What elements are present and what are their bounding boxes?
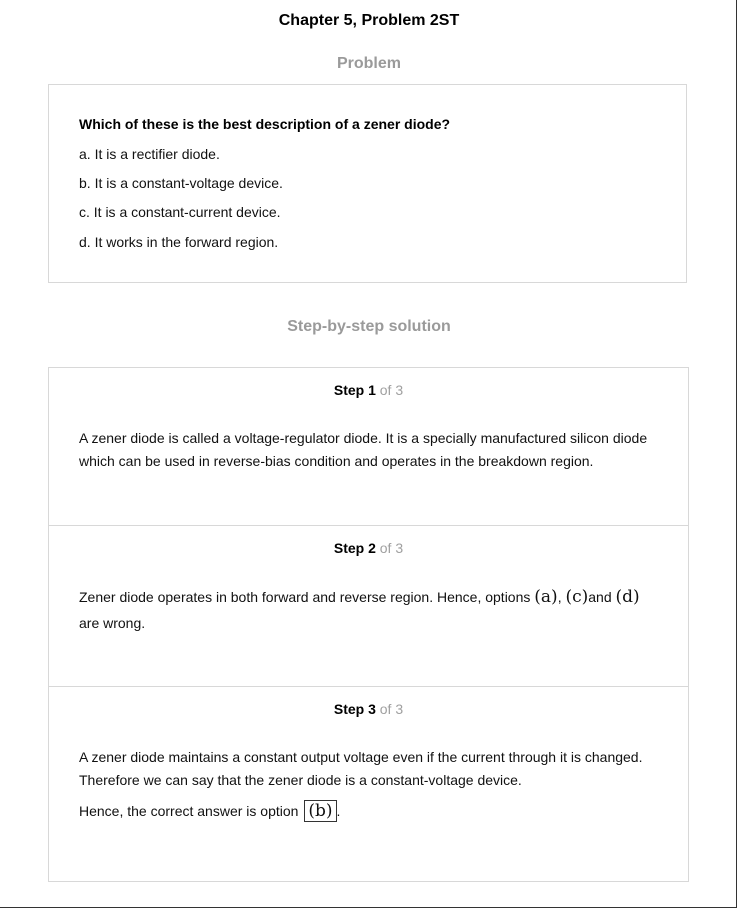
step-3-header: Step 3 of 3 xyxy=(49,701,688,717)
step-2-label: Step 2 xyxy=(333,540,376,556)
step-2-of: of 3 xyxy=(379,540,404,556)
step-1-label: Step 1 xyxy=(333,382,376,398)
problem-heading: Problem xyxy=(336,55,401,72)
step-3: Step 3 of 3 A zener diode maintains a co… xyxy=(49,686,688,881)
page-title: Chapter 5, Problem 2ST xyxy=(278,12,460,29)
step-3-answer-suffix: . xyxy=(336,803,341,819)
step-2-text-after: are wrong. xyxy=(79,615,146,631)
step-1: Step 1 of 3 A zener diode is called a vo… xyxy=(49,368,688,525)
problem-question: Which of these is the best description o… xyxy=(79,116,451,132)
step-3-answer-line: Hence, the correct answer is option (b). xyxy=(79,800,664,823)
solution-card: Step 1 of 3 A zener diode is called a vo… xyxy=(48,367,689,882)
math-option-d: (d) xyxy=(615,587,640,607)
step-2-text-before: Zener diode operates in both forward and… xyxy=(79,589,535,605)
step-3-of: of 3 xyxy=(379,701,404,717)
step-3-label: Step 3 xyxy=(333,701,376,717)
step-3-text: A zener diode maintains a constant outpu… xyxy=(79,749,643,788)
step-2-and: and xyxy=(588,589,616,605)
step-1-text: A zener diode is called a voltage-regula… xyxy=(79,430,648,469)
step-2-header: Step 2 of 3 xyxy=(49,540,688,556)
solution-heading: Step-by-step solution xyxy=(287,318,451,335)
option-a: a. It is a rectifier diode. xyxy=(79,146,220,162)
problem-card: Which of these is the best description o… xyxy=(48,84,687,283)
answer-box: (b) xyxy=(304,800,337,822)
step-1-header: Step 1 of 3 xyxy=(49,382,688,398)
math-option-a: (a) xyxy=(534,587,558,607)
option-d: d. It works in the forward region. xyxy=(79,234,279,250)
step-2: Step 2 of 3 Zener diode operates in both… xyxy=(49,525,688,686)
page: Chapter 5, Problem 2ST Problem Which of … xyxy=(0,0,737,908)
option-b: b. It is a constant-voltage device. xyxy=(79,175,283,191)
math-option-c: (c) xyxy=(565,587,589,607)
step-3-answer-prefix: Hence, the correct answer is option xyxy=(79,803,303,819)
option-c: c. It is a constant-current device. xyxy=(79,204,281,220)
step-2-text: Zener diode operates in both forward and… xyxy=(79,584,664,636)
step-1-of: of 3 xyxy=(379,382,404,398)
